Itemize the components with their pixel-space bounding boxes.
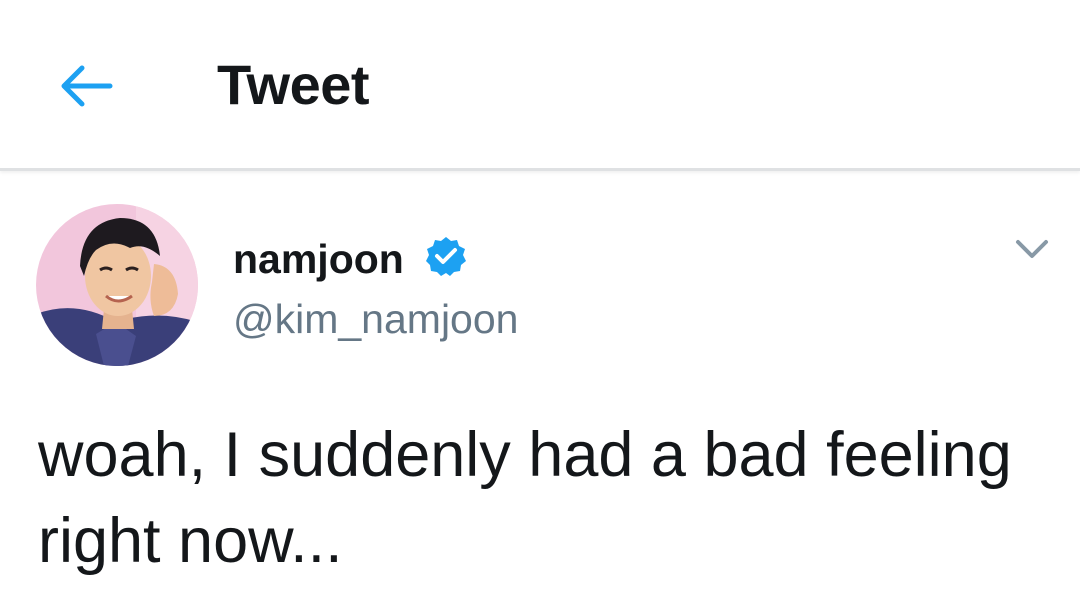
author-handle[interactable]: @kim_namjoon: [233, 294, 518, 344]
back-button[interactable]: [50, 56, 120, 116]
author-display-name[interactable]: namjoon: [233, 234, 404, 284]
tweet-body-text: woah, I suddenly had a bad feeling right…: [38, 420, 1012, 576]
chevron-down-icon: [1016, 240, 1048, 258]
verified-badge-icon: [426, 237, 466, 276]
avatar[interactable]: [36, 204, 198, 366]
page-title: Tweet: [217, 53, 370, 116]
arrow-left-icon: [61, 65, 113, 107]
tweet-menu-button[interactable]: [1012, 232, 1052, 268]
profile-photo: [36, 204, 198, 366]
top-app-bar: Tweet: [0, 0, 1080, 171]
